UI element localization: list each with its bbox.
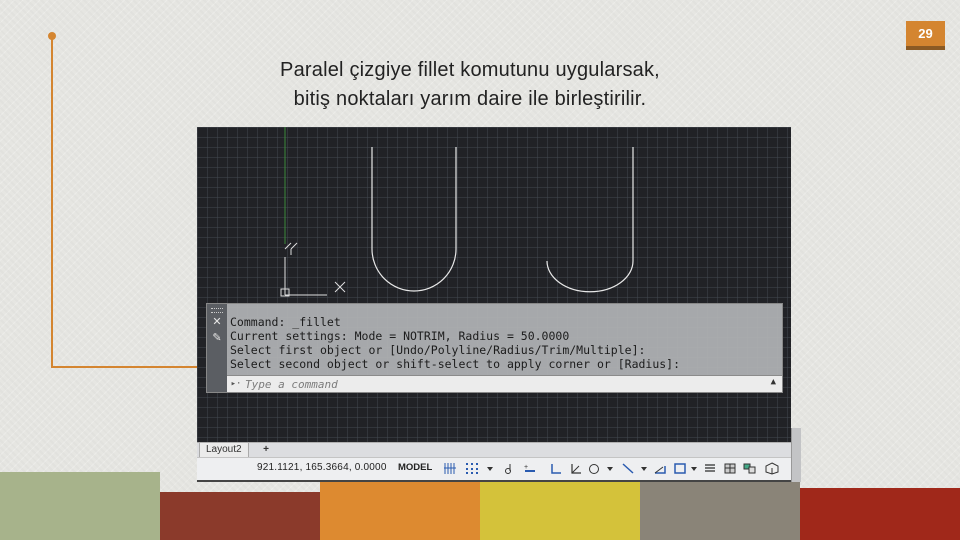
model-space-button[interactable]: MODEL [395, 461, 435, 475]
workspace-icon[interactable] [703, 462, 717, 475]
annotation-scale-icon[interactable] [673, 462, 687, 475]
layout-tabs-bar: Layout2 + [197, 442, 791, 458]
add-layout-button[interactable]: + [259, 443, 273, 457]
svg-text:+: + [524, 464, 528, 471]
ortho-icon[interactable] [549, 462, 563, 475]
command-line-panel: ✕ ✎ Command: _fillet Current settings: M… [206, 303, 783, 393]
command-line-sidebar: ✕ ✎ [207, 304, 227, 392]
dynamic-input-icon[interactable]: + [523, 462, 537, 475]
fillet-shape-left [371, 147, 457, 292]
ucs-y-label: Y [286, 127, 294, 130]
decorative-horizontal-line [51, 366, 199, 368]
command-history-line: Select second object or shift-select to … [230, 357, 681, 371]
command-input[interactable]: ▸· Type a command ▲ [227, 375, 782, 392]
command-history-line: Current settings: Mode = NOTRIM, Radius … [230, 329, 570, 343]
chevron-up-icon[interactable]: ▲ [771, 377, 776, 387]
title-line-1: Paralel çizgiye fillet komutunu uygulars… [280, 59, 660, 81]
infer-icon[interactable] [503, 462, 517, 475]
command-history-line: Command: _fillet [230, 315, 341, 329]
isodraft-icon[interactable] [587, 462, 601, 475]
command-history: Command: _fillet Current settings: Mode … [230, 315, 778, 371]
object-snap-tracking-icon[interactable] [621, 462, 635, 475]
drawing-viewport[interactable]: Y ✕ ✎ Command: _fillet Current settings:… [197, 127, 791, 442]
hardware-icon[interactable] [765, 462, 779, 475]
footer-band-orange [320, 482, 480, 540]
lineweight-icon[interactable] [653, 462, 667, 475]
drawing-canvas: Y [280, 127, 634, 297]
dropdown-icon[interactable] [483, 462, 497, 475]
wrench-icon[interactable]: ✎ [211, 332, 223, 344]
prompt-icon: ▸· [230, 379, 242, 389]
footer-band-yellow [480, 482, 640, 540]
polar-icon[interactable] [569, 462, 583, 475]
grid-icon[interactable] [443, 462, 457, 475]
tab-layout2[interactable]: Layout2 [199, 443, 249, 458]
dropdown-icon[interactable] [687, 462, 701, 475]
footer-band-green [0, 472, 160, 540]
isolate-icon[interactable] [743, 462, 757, 475]
command-history-line: Select first object or [Undo/Polyline/Ra… [230, 343, 646, 357]
fillet-shape-right [546, 147, 634, 293]
properties-icon[interactable] [723, 462, 737, 475]
command-input-placeholder: Type a command [245, 377, 338, 391]
status-bar: 921.1121, 165.3664, 0.0000 MODEL + [197, 457, 791, 482]
dropdown-icon[interactable] [637, 462, 651, 475]
decorative-vertical-line [51, 36, 53, 368]
close-icon[interactable]: ✕ [211, 316, 223, 328]
slide-number: 29 [906, 21, 945, 50]
snap-icon[interactable] [465, 462, 479, 475]
drag-grip-icon[interactable] [211, 308, 223, 313]
coordinate-readout: 921.1121, 165.3664, 0.0000 [257, 462, 387, 473]
ucs-icon [280, 242, 346, 297]
footer-band-maroon [160, 492, 320, 540]
title-line-2: bitiş noktaları yarım daire ile birleşti… [293, 88, 647, 110]
slide-title: Paralel çizgiye fillet komutunu uygulars… [200, 56, 740, 114]
footer-band-red [800, 488, 960, 540]
footer-band-taupe [640, 482, 800, 540]
scrollbar-edge[interactable] [791, 428, 801, 482]
dropdown-icon[interactable] [603, 462, 617, 475]
autocad-screenshot: Y ✕ ✎ Command: _fillet Current settings:… [197, 127, 791, 482]
